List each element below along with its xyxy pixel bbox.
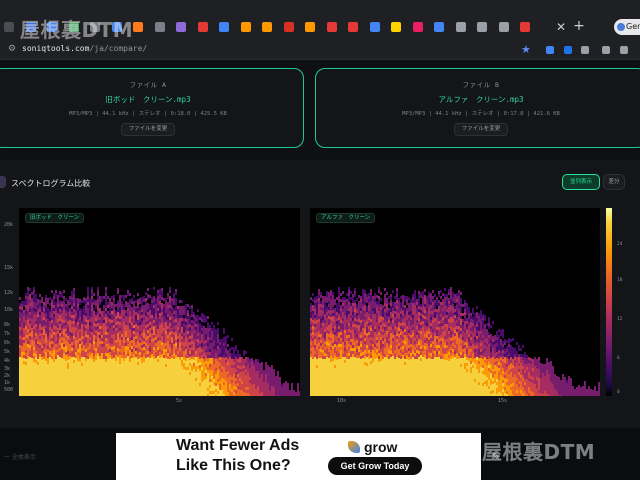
spectrogram-a[interactable]: 旧ボッド クリーン: [19, 208, 300, 396]
watermark-text: 屋根裏DTM: [20, 18, 134, 42]
extension-icon[interactable]: [602, 46, 610, 54]
extension-icon[interactable]: [581, 46, 589, 54]
file-a-change-button[interactable]: ファイルを変更: [121, 123, 175, 136]
colorbar-tick: 0: [617, 390, 620, 395]
grow-logo: grow: [348, 439, 397, 455]
grow-logo-icon: [348, 441, 360, 453]
y-tick: 2k: [4, 373, 11, 379]
y-tick: 1k: [4, 380, 11, 386]
spectrogram-image: [310, 287, 600, 396]
x-tick: 5s: [176, 398, 183, 404]
spectrogram-title: スペクトログラム比較: [11, 179, 91, 188]
tab-favicon-icon[interactable]: [262, 22, 272, 32]
file-b-title: ファイル B: [462, 81, 500, 89]
ad-headline: Want Fewer Ads Like This One?: [176, 437, 300, 474]
url-text[interactable]: soniqtools.com/ja/compare/: [22, 44, 147, 53]
file-a-panel: ファイル A 旧ボッド クリーン.mp3 MP3/MP3 | 44.1 kHz …: [0, 68, 304, 148]
tab-favicon-icon[interactable]: [176, 22, 186, 32]
colorbar-tick: 24: [617, 242, 623, 247]
file-a-title: ファイル A: [129, 81, 167, 89]
tab-favicon-icon[interactable]: [197, 22, 208, 32]
gemini-icon: [617, 23, 625, 31]
colorbar: [606, 208, 612, 396]
close-tab-icon[interactable]: ✕: [554, 20, 568, 34]
spectrogram-image: [19, 287, 300, 396]
file-a-meta: MP3/MP3 | 44.1 kHz | ステレオ | 0:18.0 | 425…: [69, 111, 227, 117]
spectrogram-section-icon: [0, 176, 6, 188]
y-tick: 8k: [4, 322, 11, 328]
x-tick: 10s: [337, 398, 347, 404]
spectrogram-section: スペクトログラム比較 並列表示 差分 20k 15k 12k 10k 8k 7k…: [0, 160, 640, 428]
tab-favicon-icon[interactable]: [391, 22, 401, 32]
y-tick: 12k: [4, 290, 14, 296]
tab-favicon-icon[interactable]: [219, 22, 229, 32]
file-b-change-button[interactable]: ファイルを変更: [454, 123, 508, 136]
spectrogram-a-label: 旧ボッド クリーン: [25, 213, 85, 223]
tab-favicon-icon[interactable]: [4, 22, 14, 32]
tab-favicon-icon[interactable]: [369, 22, 380, 32]
tab-favicon-icon[interactable]: [305, 22, 315, 32]
y-tick: 4k: [4, 358, 11, 364]
new-tab-icon[interactable]: +: [572, 19, 586, 33]
get-grow-button[interactable]: Get Grow Today: [328, 457, 422, 475]
difference-toggle[interactable]: 差分: [603, 174, 625, 190]
tab-favicon-icon[interactable]: [348, 22, 358, 32]
tab-favicon-icon[interactable]: [498, 22, 509, 32]
x-tick: 15s: [498, 398, 508, 404]
tab-favicon-icon[interactable]: [434, 22, 444, 32]
file-b-panel: ファイル B アルファ クリーン.mp3 MP3/MP3 | 44.1 kHz …: [315, 68, 640, 148]
file-b-meta: MP3/MP3 | 44.1 kHz | ステレオ | 0:17.8 | 421…: [402, 111, 560, 117]
colorbar-tick: 12: [617, 317, 623, 322]
tab-favicon-icon[interactable]: [326, 22, 337, 32]
site-info-icon[interactable]: ⚙: [8, 45, 17, 54]
extension-icon[interactable]: [564, 46, 572, 54]
side-by-side-toggle[interactable]: 並列表示: [562, 174, 600, 190]
tab-favicon-icon[interactable]: [240, 22, 251, 32]
y-tick: 3k: [4, 366, 11, 372]
tab-pill-gemini[interactable]: Ger: [614, 19, 640, 35]
watermark-text: 屋根裏DTM: [482, 440, 596, 464]
extensions-puzzle-icon[interactable]: [620, 46, 628, 54]
spectrogram-b[interactable]: アルファ クリーン: [310, 208, 600, 396]
y-tick: 6k: [4, 340, 11, 346]
tab-favicon-icon[interactable]: [154, 22, 165, 32]
tab-favicon-icon[interactable]: [412, 22, 423, 32]
tab-favicon-icon[interactable]: [133, 22, 143, 32]
bookmark-star-icon[interactable]: ★: [521, 43, 531, 56]
extension-icon[interactable]: [546, 46, 554, 54]
y-tick: 5k: [4, 349, 11, 355]
file-b-name: アルファ クリーン.mp3: [438, 95, 524, 104]
spectrogram-b-label: アルファ クリーン: [316, 213, 376, 223]
address-bar[interactable]: ⚙ soniqtools.com/ja/compare/ ★: [0, 40, 640, 60]
colorbar-tick: 6: [617, 356, 620, 361]
file-a-name: 旧ボッド クリーン.mp3: [105, 95, 191, 104]
bottom-status-text: ー 全体表示: [4, 454, 36, 461]
y-tick: 20k: [4, 222, 14, 228]
y-tick: 500: [4, 387, 14, 393]
y-tick: 7k: [4, 331, 11, 337]
y-tick: 15k: [4, 265, 14, 271]
tab-favicon-icon[interactable]: [477, 22, 487, 32]
y-tick: 10k: [4, 307, 14, 313]
tab-favicon-icon[interactable]: [283, 22, 294, 32]
colorbar-tick: 18: [617, 278, 623, 283]
tab-favicon-icon[interactable]: [520, 22, 530, 32]
advertisement-banner[interactable]: Want Fewer Ads Like This One? grow Get G…: [116, 433, 481, 480]
tab-favicon-icon[interactable]: [455, 22, 466, 32]
